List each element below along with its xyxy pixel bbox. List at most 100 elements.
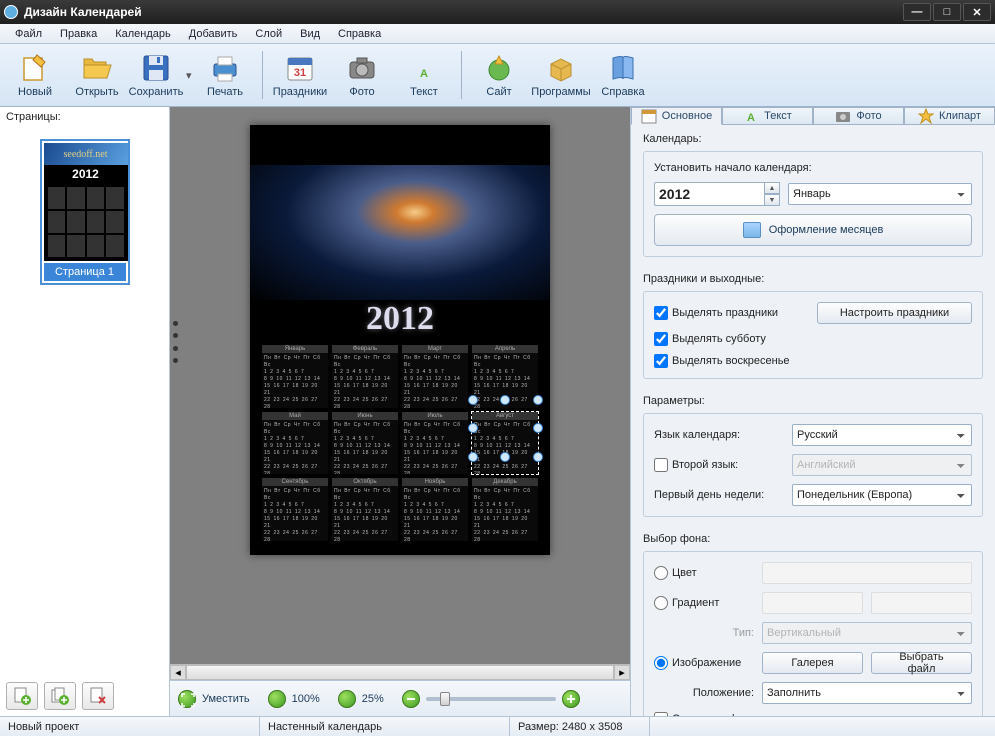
- bg-color-radio[interactable]: [654, 566, 668, 580]
- month-cell[interactable]: АвгустПн Вт Ср Чт Пт Сб Вс1 2 3 4 5 6 78…: [472, 412, 538, 475]
- grid-icon: [743, 222, 761, 238]
- year-input[interactable]: [654, 182, 764, 206]
- pages-plus-icon: [51, 687, 69, 705]
- menu-help[interactable]: Справка: [329, 26, 390, 42]
- zoom-slider-knob[interactable]: [440, 692, 450, 706]
- highlight-saturday-checkbox[interactable]: [654, 332, 668, 346]
- tab-text[interactable]: A Текст: [722, 107, 813, 125]
- toolbar-photo-button[interactable]: Фото: [331, 47, 393, 103]
- language-select[interactable]: Русский: [792, 424, 972, 446]
- bg-gradient-radio[interactable]: [654, 596, 668, 610]
- toolbar-site-button[interactable]: Сайт: [468, 47, 530, 103]
- second-language-label[interactable]: Второй язык:: [654, 458, 784, 472]
- year-down-button[interactable]: ▼: [764, 194, 780, 206]
- status-size: Размер: 2480 x 3508: [510, 717, 650, 736]
- menu-calendar[interactable]: Календарь: [106, 26, 180, 42]
- menu-add[interactable]: Добавить: [180, 26, 247, 42]
- tab-clipart[interactable]: Клипарт: [904, 107, 995, 125]
- toolbar-help-button[interactable]: Справка: [592, 47, 654, 103]
- toolbar-open-button[interactable]: Открыть: [66, 47, 128, 103]
- highlight-saturday-label[interactable]: Выделять субботу: [654, 332, 766, 346]
- status-type: Настенный календарь: [260, 717, 510, 736]
- selection-handle[interactable]: [533, 452, 543, 462]
- month-cell[interactable]: МайПн Вт Ср Чт Пт Сб Вс1 2 3 4 5 6 78 9 …: [262, 412, 328, 475]
- menu-edit[interactable]: Правка: [51, 26, 106, 42]
- month-cell[interactable]: СентябрьПн Вт Ср Чт Пт Сб Вс1 2 3 4 5 6 …: [262, 478, 328, 541]
- zoom-fit-label[interactable]: Уместить: [202, 693, 250, 705]
- second-language-checkbox[interactable]: [654, 458, 668, 472]
- selection-handle[interactable]: [500, 395, 510, 405]
- gradient-type-select: Вертикальный: [762, 622, 972, 644]
- bg-image-label[interactable]: Изображение: [654, 656, 754, 670]
- toolbar-programs-button[interactable]: Программы: [530, 47, 592, 103]
- month-cell[interactable]: НоябрьПн Вт Ср Чт Пт Сб Вс1 2 3 4 5 6 78…: [402, 478, 468, 541]
- box-icon: [545, 52, 577, 84]
- maximize-button[interactable]: □: [933, 3, 961, 21]
- month-cell[interactable]: ОктябрьПн Вт Ср Чт Пт Сб Вс1 2 3 4 5 6 7…: [332, 478, 398, 541]
- zoom-25-icon[interactable]: [338, 690, 356, 708]
- bg-image-radio[interactable]: [654, 656, 668, 670]
- highlight-sunday-label[interactable]: Выделять воскресенье: [654, 354, 790, 368]
- month-design-button[interactable]: Оформление месяцев: [654, 214, 972, 246]
- toolbar-holidays-button[interactable]: 31 Праздники: [269, 47, 331, 103]
- tab-photo[interactable]: Фото: [813, 107, 904, 125]
- menu-view[interactable]: Вид: [291, 26, 329, 42]
- toolbar-save-button[interactable]: Сохранить: [128, 47, 184, 103]
- duplicate-page-button[interactable]: [44, 682, 76, 710]
- toolbar-print-button[interactable]: Печать: [194, 47, 256, 103]
- bg-gradient-label[interactable]: Градиент: [654, 596, 754, 610]
- selection-handle[interactable]: [468, 452, 478, 462]
- toolbar-separator: [461, 51, 462, 99]
- tab-main[interactable]: Основное: [631, 107, 722, 125]
- selection-handle[interactable]: [500, 452, 510, 462]
- delete-page-button[interactable]: [82, 682, 114, 710]
- month-cell[interactable]: ДекабрьПн Вт Ср Чт Пт Сб Вс1 2 3 4 5 6 7…: [472, 478, 538, 541]
- add-page-button[interactable]: [6, 682, 38, 710]
- zoom-fit-icon[interactable]: [178, 690, 196, 708]
- toolbar-new-button[interactable]: Новый: [4, 47, 66, 103]
- zoom-100-icon[interactable]: [268, 690, 286, 708]
- selection-handle[interactable]: [533, 423, 543, 433]
- selection-handle[interactable]: [468, 395, 478, 405]
- calendar-page[interactable]: 2012 ЯнварьПн Вт Ср Чт Пт Сб Вс1 2 3 4 5…: [250, 125, 550, 555]
- bg-position-select[interactable]: Заполнить: [762, 682, 972, 704]
- gallery-button[interactable]: Галерея: [762, 652, 863, 674]
- page-plus-icon: [13, 687, 31, 705]
- month-cell[interactable]: МартПн Вт Ср Чт Пт Сб Вс1 2 3 4 5 6 78 9…: [402, 345, 468, 408]
- globe-icon: [483, 52, 515, 84]
- save-dropdown-arrow[interactable]: ▾: [186, 69, 194, 82]
- zoom-slider[interactable]: [426, 697, 556, 701]
- menu-layer[interactable]: Слой: [246, 26, 291, 42]
- zoom-25-label[interactable]: 25%: [362, 693, 384, 705]
- zoom-in-button[interactable]: [562, 690, 580, 708]
- highlight-holidays-label[interactable]: Выделять праздники: [654, 306, 778, 320]
- month-cell[interactable]: ЯнварьПн Вт Ср Чт Пт Сб Вс1 2 3 4 5 6 78…: [262, 345, 328, 408]
- selection-handle[interactable]: [468, 423, 478, 433]
- month-cell[interactable]: ФевральПн Вт Ср Чт Пт Сб Вс1 2 3 4 5 6 7…: [332, 345, 398, 408]
- menu-file[interactable]: Файл: [6, 26, 51, 42]
- minimize-button[interactable]: —: [903, 3, 931, 21]
- language-label: Язык календаря:: [654, 429, 784, 441]
- zoom-out-button[interactable]: [402, 690, 420, 708]
- highlight-holidays-checkbox[interactable]: [654, 306, 668, 320]
- month-cell[interactable]: ИюльПн Вт Ср Чт Пт Сб Вс1 2 3 4 5 6 78 9…: [402, 412, 468, 475]
- scroll-left-button[interactable]: ◂: [170, 665, 186, 680]
- toolbar-text-button[interactable]: A Текст: [393, 47, 455, 103]
- bg-color-label[interactable]: Цвет: [654, 566, 754, 580]
- scroll-right-button[interactable]: ▸: [614, 665, 630, 680]
- month-select[interactable]: Январь: [788, 183, 972, 205]
- choose-file-button[interactable]: Выбрать файл: [871, 652, 972, 674]
- close-button[interactable]: ✕: [963, 3, 991, 21]
- zoom-100-label[interactable]: 100%: [292, 693, 320, 705]
- page-year-text: 2012: [250, 300, 550, 338]
- highlight-sunday-checkbox[interactable]: [654, 354, 668, 368]
- horizontal-scrollbar[interactable]: ◂ ▸: [170, 664, 630, 680]
- selection-handle[interactable]: [533, 395, 543, 405]
- menu-bar: Файл Правка Календарь Добавить Слой Вид …: [0, 24, 995, 44]
- page-thumbnail[interactable]: seedoff.net 2012 Страница 1: [40, 139, 130, 285]
- configure-holidays-button[interactable]: Настроить праздники: [817, 302, 972, 324]
- year-up-button[interactable]: ▲: [764, 182, 780, 194]
- month-cell[interactable]: ИюньПн Вт Ср Чт Пт Сб Вс1 2 3 4 5 6 78 9…: [332, 412, 398, 475]
- canvas-viewport[interactable]: 2012 ЯнварьПн Вт Ср Чт Пт Сб Вс1 2 3 4 5…: [170, 107, 630, 664]
- first-day-select[interactable]: Понедельник (Европа): [792, 484, 972, 506]
